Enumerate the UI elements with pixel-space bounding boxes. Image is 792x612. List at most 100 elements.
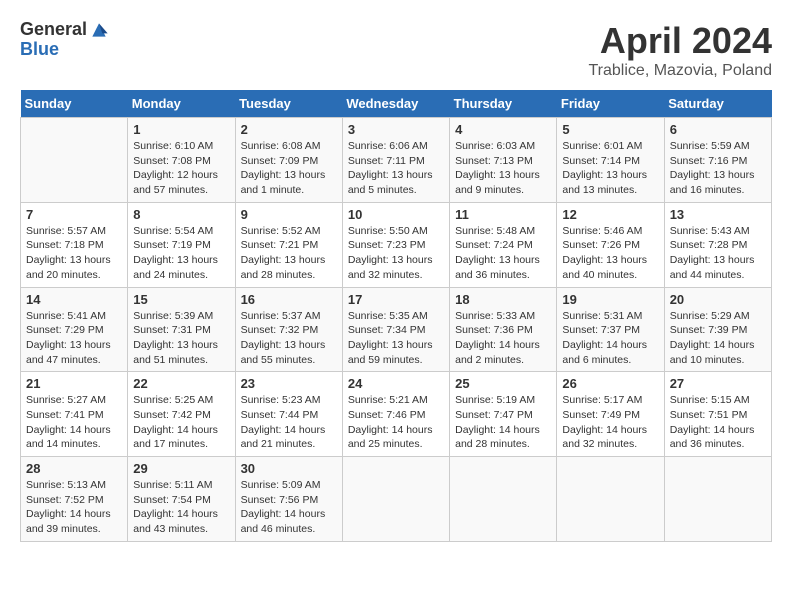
logo-general-text: General	[20, 20, 87, 40]
day-info: Sunrise: 5:27 AMSunset: 7:41 PMDaylight:…	[26, 393, 122, 452]
calendar-day	[557, 457, 664, 542]
day-number: 6	[670, 122, 766, 137]
day-number: 22	[133, 376, 229, 391]
calendar-day: 29Sunrise: 5:11 AMSunset: 7:54 PMDayligh…	[128, 457, 235, 542]
day-info: Sunrise: 5:37 AMSunset: 7:32 PMDaylight:…	[241, 309, 337, 368]
day-number: 7	[26, 207, 122, 222]
header-day-saturday: Saturday	[664, 90, 771, 118]
calendar-day: 24Sunrise: 5:21 AMSunset: 7:46 PMDayligh…	[342, 372, 449, 457]
calendar-day: 4 Sunrise: 6:03 AMSunset: 7:13 PMDaylight…	[450, 118, 557, 203]
day-number: 26	[562, 376, 658, 391]
calendar-day: 10Sunrise: 5:50 AMSunset: 7:23 PMDayligh…	[342, 202, 449, 287]
day-info: Sunrise: 6:03 AMSunset: 7:13 PMDaylight:…	[455, 139, 551, 198]
calendar-week-3: 14 Sunrise: 5:41 AMSunset: 7:29 PMDayligh…	[21, 287, 772, 372]
day-info: Sunrise: 5:31 AMSunset: 7:37 PMDaylight:…	[562, 309, 658, 368]
logo-icon	[89, 20, 109, 40]
day-number: 11	[455, 207, 551, 222]
calendar-day: 2Sunrise: 6:08 AMSunset: 7:09 PMDaylight…	[235, 118, 342, 203]
header-day-monday: Monday	[128, 90, 235, 118]
day-info: Sunrise: 5:52 AMSunset: 7:21 PMDaylight:…	[241, 224, 337, 283]
calendar-day: 3 Sunrise: 6:06 AMSunset: 7:11 PMDaylight…	[342, 118, 449, 203]
day-number: 28	[26, 461, 122, 476]
day-number: 18	[455, 292, 551, 307]
day-number: 21	[26, 376, 122, 391]
calendar-week-2: 7 Sunrise: 5:57 AMSunset: 7:18 PMDaylight…	[21, 202, 772, 287]
calendar-day: 1Sunrise: 6:10 AMSunset: 7:08 PMDaylight…	[128, 118, 235, 203]
day-info: Sunrise: 5:43 AMSunset: 7:28 PMDaylight:…	[670, 224, 766, 283]
day-info: Sunrise: 5:39 AMSunset: 7:31 PMDaylight:…	[133, 309, 229, 368]
day-info: Sunrise: 6:08 AMSunset: 7:09 PMDaylight:…	[241, 139, 337, 198]
day-number: 4	[455, 122, 551, 137]
day-info: Sunrise: 5:21 AMSunset: 7:46 PMDaylight:…	[348, 393, 444, 452]
calendar-day	[21, 118, 128, 203]
calendar-day: 6 Sunrise: 5:59 AMSunset: 7:16 PMDaylight…	[664, 118, 771, 203]
day-info: Sunrise: 5:50 AMSunset: 7:23 PMDaylight:…	[348, 224, 444, 283]
calendar-day: 8 Sunrise: 5:54 AMSunset: 7:19 PMDaylight…	[128, 202, 235, 287]
calendar-day: 18 Sunrise: 5:33 AMSunset: 7:36 PMDayligh…	[450, 287, 557, 372]
day-number: 16	[241, 292, 337, 307]
day-number: 27	[670, 376, 766, 391]
calendar-day: 20 Sunrise: 5:29 AMSunset: 7:39 PMDayligh…	[664, 287, 771, 372]
day-info: Sunrise: 5:19 AMSunset: 7:47 PMDaylight:…	[455, 393, 551, 452]
calendar-day: 12Sunrise: 5:46 AMSunset: 7:26 PMDayligh…	[557, 202, 664, 287]
day-info: Sunrise: 5:46 AMSunset: 7:26 PMDaylight:…	[562, 224, 658, 283]
calendar-day: 23Sunrise: 5:23 AMSunset: 7:44 PMDayligh…	[235, 372, 342, 457]
logo: General Blue	[20, 20, 109, 60]
calendar-day	[664, 457, 771, 542]
day-number: 9	[241, 207, 337, 222]
day-number: 30	[241, 461, 337, 476]
day-number: 15	[133, 292, 229, 307]
day-number: 20	[670, 292, 766, 307]
calendar-week-1: 1Sunrise: 6:10 AMSunset: 7:08 PMDaylight…	[21, 118, 772, 203]
day-number: 8	[133, 207, 229, 222]
calendar-week-5: 28Sunrise: 5:13 AMSunset: 7:52 PMDayligh…	[21, 457, 772, 542]
day-info: Sunrise: 5:29 AMSunset: 7:39 PMDaylight:…	[670, 309, 766, 368]
calendar-day: 27 Sunrise: 5:15 AMSunset: 7:51 PMDayligh…	[664, 372, 771, 457]
calendar-day: 16 Sunrise: 5:37 AMSunset: 7:32 PMDayligh…	[235, 287, 342, 372]
day-info: Sunrise: 5:35 AMSunset: 7:34 PMDaylight:…	[348, 309, 444, 368]
day-info: Sunrise: 6:01 AMSunset: 7:14 PMDaylight:…	[562, 139, 658, 198]
day-number: 14	[26, 292, 122, 307]
subtitle: Trablice, Mazovia, Poland	[589, 62, 773, 80]
header-day-thursday: Thursday	[450, 90, 557, 118]
calendar-week-4: 21 Sunrise: 5:27 AMSunset: 7:41 PMDayligh…	[21, 372, 772, 457]
day-number: 17	[348, 292, 444, 307]
day-number: 19	[562, 292, 658, 307]
header-day-sunday: Sunday	[21, 90, 128, 118]
calendar-day: 30 Sunrise: 5:09 AMSunset: 7:56 PMDayligh…	[235, 457, 342, 542]
calendar-day: 11Sunrise: 5:48 AMSunset: 7:24 PMDayligh…	[450, 202, 557, 287]
day-info: Sunrise: 5:54 AMSunset: 7:19 PMDaylight:…	[133, 224, 229, 283]
day-number: 3	[348, 122, 444, 137]
day-info: Sunrise: 5:57 AMSunset: 7:18 PMDaylight:…	[26, 224, 122, 283]
title-area: April 2024 Trablice, Mazovia, Poland	[589, 20, 773, 80]
header-day-tuesday: Tuesday	[235, 90, 342, 118]
day-info: Sunrise: 5:15 AMSunset: 7:51 PMDaylight:…	[670, 393, 766, 452]
calendar-day: 26Sunrise: 5:17 AMSunset: 7:49 PMDayligh…	[557, 372, 664, 457]
calendar-day: 17 Sunrise: 5:35 AMSunset: 7:34 PMDayligh…	[342, 287, 449, 372]
day-info: Sunrise: 5:41 AMSunset: 7:29 PMDaylight:…	[26, 309, 122, 368]
day-info: Sunrise: 5:33 AMSunset: 7:36 PMDaylight:…	[455, 309, 551, 368]
day-number: 13	[670, 207, 766, 222]
calendar-day: 22 Sunrise: 5:25 AMSunset: 7:42 PMDayligh…	[128, 372, 235, 457]
calendar-header: SundayMondayTuesdayWednesdayThursdayFrid…	[21, 90, 772, 118]
calendar-day	[450, 457, 557, 542]
calendar-day: 5 Sunrise: 6:01 AMSunset: 7:14 PMDaylight…	[557, 118, 664, 203]
day-number: 5	[562, 122, 658, 137]
calendar-day: 19 Sunrise: 5:31 AMSunset: 7:37 PMDayligh…	[557, 287, 664, 372]
calendar-day: 15 Sunrise: 5:39 AMSunset: 7:31 PMDayligh…	[128, 287, 235, 372]
calendar-table: SundayMondayTuesdayWednesdayThursdayFrid…	[20, 90, 772, 542]
header-day-friday: Friday	[557, 90, 664, 118]
header-row: SundayMondayTuesdayWednesdayThursdayFrid…	[21, 90, 772, 118]
header-day-wednesday: Wednesday	[342, 90, 449, 118]
day-number: 29	[133, 461, 229, 476]
header: General Blue April 2024 Trablice, Mazovi…	[20, 20, 772, 80]
day-info: Sunrise: 5:25 AMSunset: 7:42 PMDaylight:…	[133, 393, 229, 452]
calendar-day: 7 Sunrise: 5:57 AMSunset: 7:18 PMDaylight…	[21, 202, 128, 287]
day-info: Sunrise: 5:09 AMSunset: 7:56 PMDaylight:…	[241, 478, 337, 537]
month-title: April 2024	[589, 20, 773, 62]
day-info: Sunrise: 6:06 AMSunset: 7:11 PMDaylight:…	[348, 139, 444, 198]
day-number: 25	[455, 376, 551, 391]
calendar-day: 28Sunrise: 5:13 AMSunset: 7:52 PMDayligh…	[21, 457, 128, 542]
logo-blue-text: Blue	[20, 40, 109, 60]
day-info: Sunrise: 5:59 AMSunset: 7:16 PMDaylight:…	[670, 139, 766, 198]
